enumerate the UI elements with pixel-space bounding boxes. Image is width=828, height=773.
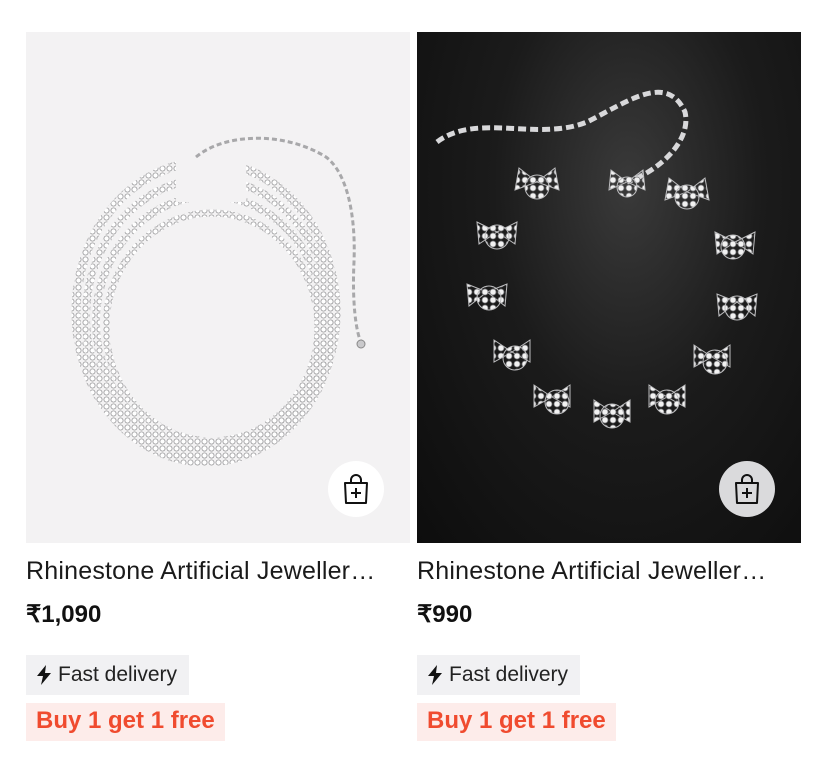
- product-image[interactable]: [417, 32, 801, 543]
- product-title[interactable]: Rhinestone Artificial Jewellery Necklace: [26, 557, 386, 586]
- offer-badge: Buy 1 get 1 free: [417, 703, 616, 741]
- fast-delivery-badge: Fast delivery: [26, 655, 190, 695]
- product-price: ₹1,090: [26, 601, 102, 628]
- add-to-bag-button[interactable]: [328, 461, 384, 517]
- shopping-bag-plus-icon: [344, 474, 368, 504]
- lightning-bolt-icon: [427, 665, 443, 685]
- product-card[interactable]: Rhinestone Artificial Jewellery Necklace…: [26, 32, 410, 741]
- product-image[interactable]: [26, 32, 410, 543]
- shopping-bag-plus-icon: [735, 474, 759, 504]
- lightning-bolt-icon: [36, 665, 52, 685]
- product-price: ₹990: [417, 601, 473, 628]
- product-card[interactable]: Rhinestone Artificial Jewellery Choker ₹…: [417, 32, 801, 741]
- fast-delivery-label: Fast delivery: [58, 663, 178, 686]
- add-to-bag-button[interactable]: [719, 461, 775, 517]
- product-title[interactable]: Rhinestone Artificial Jewellery Choker: [417, 557, 777, 586]
- fast-delivery-label: Fast delivery: [449, 663, 569, 686]
- fast-delivery-badge: Fast delivery: [417, 655, 581, 695]
- offer-badge: Buy 1 get 1 free: [26, 703, 225, 741]
